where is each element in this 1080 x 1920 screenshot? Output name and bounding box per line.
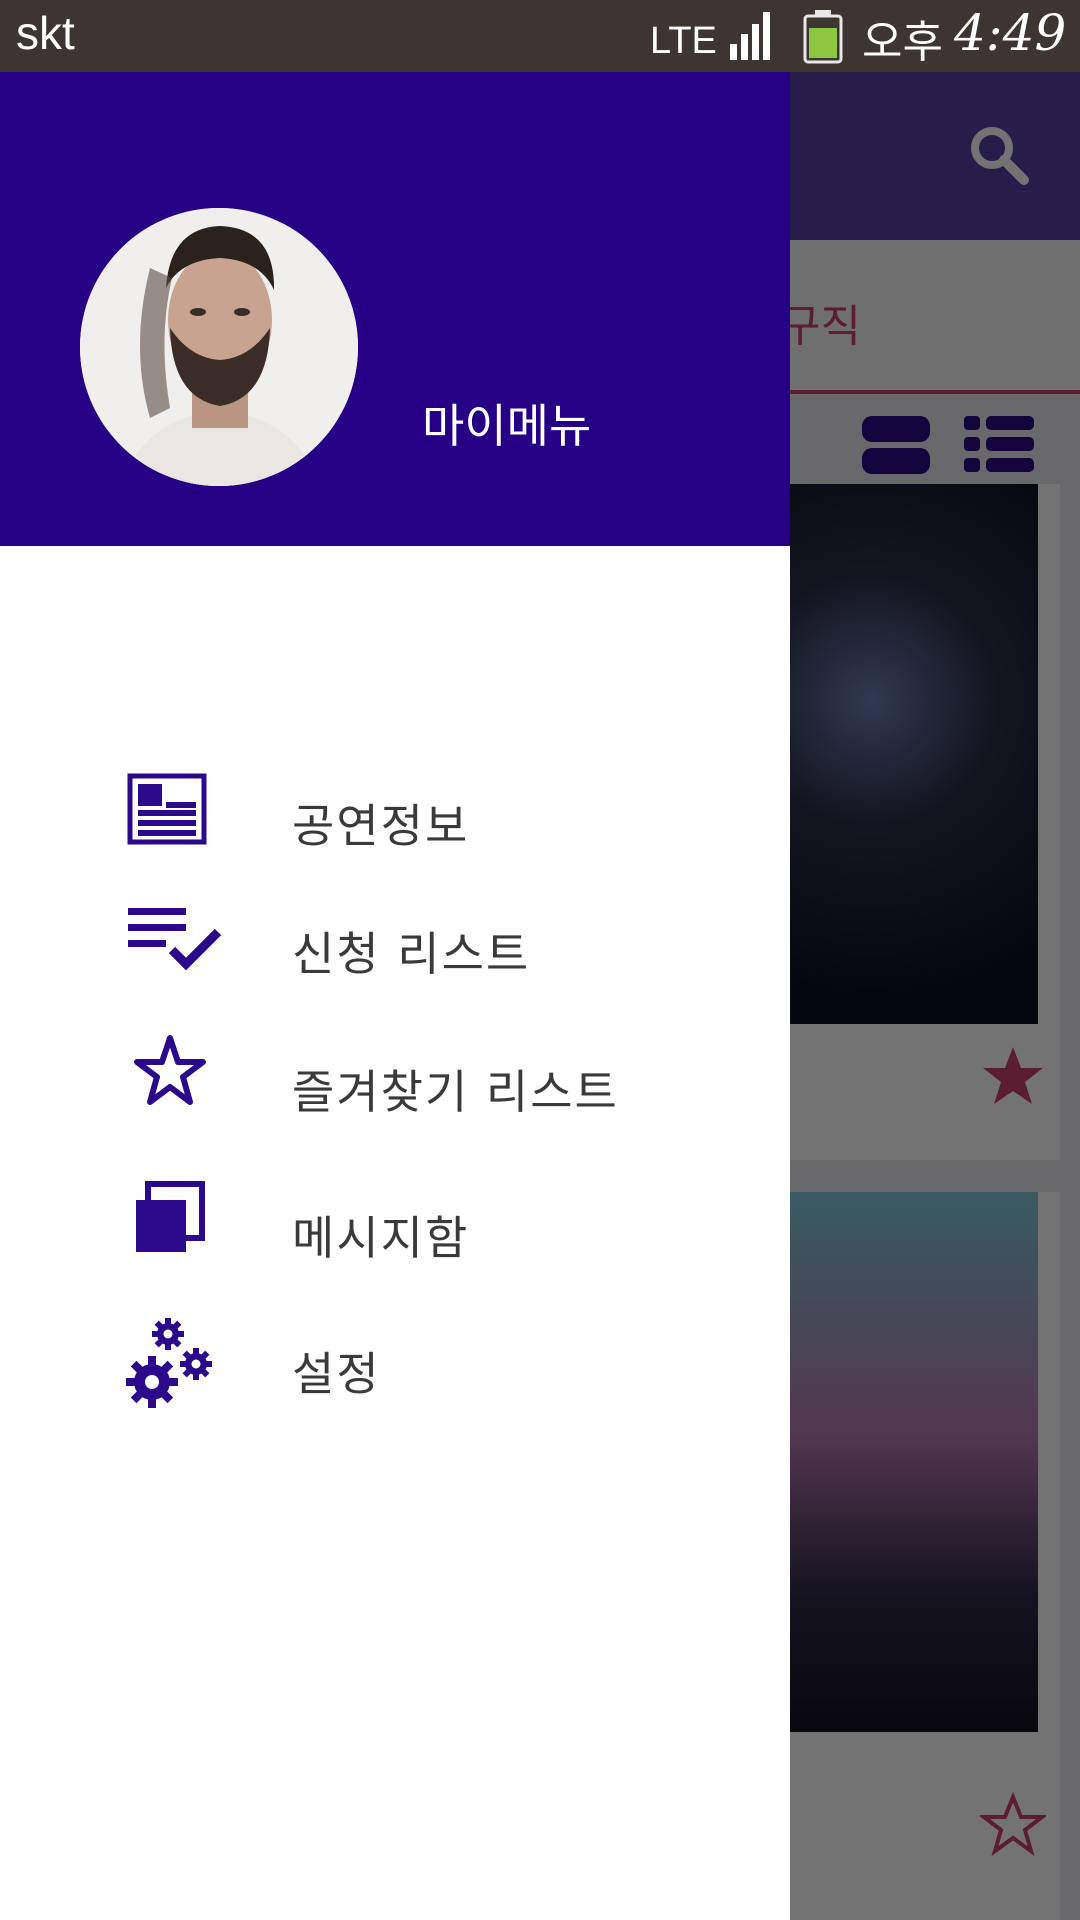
- news-icon: [127, 773, 207, 845]
- battery-icon: [803, 10, 843, 64]
- carrier-label: skt: [16, 7, 75, 59]
- menu-item-label: 신청 리스트: [292, 927, 531, 981]
- playlist-check-icon: [128, 908, 222, 971]
- clock: 4:49: [954, 4, 1067, 62]
- navigation-drawer: 마이메뉴 공연정보 신청 리스트 즐겨찾기 리스트 메시지함 설정: [0, 72, 790, 1920]
- menu-item-application-list[interactable]: 신청 리스트: [120, 892, 740, 1002]
- menu-item-concert-info[interactable]: 공연정보: [120, 764, 740, 874]
- star-outline-icon: [134, 1035, 206, 1105]
- signal-icon: [730, 12, 770, 60]
- gears-icon: [126, 1318, 212, 1408]
- avatar[interactable]: [80, 208, 358, 486]
- menu-item-label: 공연정보: [292, 799, 470, 853]
- ampm-label: 오후: [862, 17, 943, 68]
- menu-item-label: 메시지함: [292, 1211, 470, 1265]
- menu-item-label: 즐겨찾기 리스트: [292, 1065, 619, 1119]
- drawer-title: 마이메뉴: [422, 399, 592, 453]
- menu-item-label: 설정: [292, 1347, 381, 1401]
- status-bar: skt LTE 오후 4:49: [0, 0, 1080, 72]
- menu-item-settings[interactable]: 설정: [120, 1312, 740, 1422]
- copy-icon: [136, 1181, 205, 1252]
- menu-item-messages[interactable]: 메시지함: [120, 1176, 740, 1286]
- menu-item-favorites-list[interactable]: 즐겨찾기 리스트: [120, 1030, 740, 1140]
- network-type: LTE: [650, 20, 717, 62]
- drawer-header: 마이메뉴: [0, 72, 790, 546]
